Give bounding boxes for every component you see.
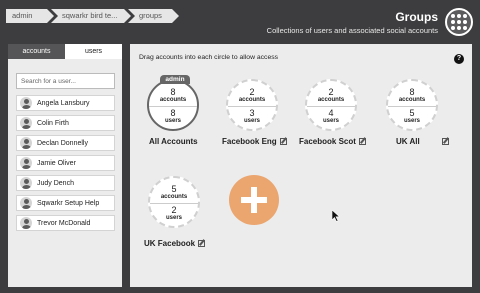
group-circle-all-accounts[interactable]: admin 8 accounts 8 users [147, 75, 199, 131]
edit-icon[interactable] [279, 138, 287, 145]
mouse-cursor-icon [332, 210, 340, 222]
group-name-uk-facebook: UK Facebook [144, 239, 206, 248]
avatar-icon [20, 157, 32, 169]
user-item-angela-lansbury[interactable]: Angela Lansbury [16, 95, 115, 111]
users-label: users [322, 118, 339, 124]
users-label: users [243, 118, 260, 124]
user-item-judy-dench[interactable]: Judy Dench [16, 175, 115, 191]
users-label: users [403, 118, 420, 124]
users-count: 3 [249, 108, 255, 118]
help-icon[interactable]: ? [454, 54, 464, 64]
user-item-declan-donnelly[interactable]: Declan Donnelly [16, 135, 115, 151]
admin-badge: admin [160, 75, 190, 84]
users-count: 4 [328, 108, 334, 118]
user-name: Colin Firth [37, 119, 69, 127]
accounts-count: 8 [170, 87, 176, 97]
accounts-label: accounts [398, 97, 426, 103]
accounts-count: 2 [328, 87, 334, 97]
page-subtitle: Collections of users and associated soci… [266, 26, 438, 35]
users-count: 8 [170, 108, 176, 118]
user-name: Jamie Oliver [37, 159, 76, 167]
group-name: UK All [396, 137, 420, 146]
group-circle-uk-facebook[interactable]: 5 accounts 2 users [148, 176, 200, 228]
instruction-text: Drag accounts into each circle to allow … [139, 54, 279, 61]
groups-panel: Drag accounts into each circle to allow … [130, 44, 472, 287]
group-name: Facebook Scot [299, 137, 356, 146]
breadcrumb: admin sqwarkr bird te... groups [6, 9, 179, 23]
group-name-facebook-scot: Facebook Scot [299, 137, 366, 146]
user-item-colin-firth[interactable]: Colin Firth [16, 115, 115, 131]
breadcrumb-sqwarkr-bird[interactable]: sqwarkr bird te... [51, 9, 131, 23]
user-item-trevor-mcdonald[interactable]: Trevor McDonald [16, 215, 115, 231]
user-list: Angela Lansbury Colin Firth Declan Donne… [16, 95, 115, 235]
accounts-label: accounts [317, 97, 345, 103]
page-title: Groups [395, 10, 438, 24]
user-name: Declan Donnelly [37, 139, 88, 147]
add-group-button[interactable] [229, 175, 279, 225]
user-name: Angela Lansbury [37, 99, 90, 107]
accounts-count: 5 [171, 184, 177, 194]
users-label: users [165, 215, 182, 221]
group-name-uk-all: UK All [396, 137, 449, 146]
breadcrumb-admin[interactable]: admin [6, 9, 54, 23]
app-grid-menu-icon[interactable] [445, 8, 473, 36]
breadcrumb-groups[interactable]: groups [128, 9, 179, 23]
users-count: 5 [409, 108, 415, 118]
users-label: users [164, 118, 181, 124]
edit-icon[interactable] [358, 138, 366, 145]
edit-icon[interactable] [441, 138, 449, 145]
user-item-jamie-oliver[interactable]: Jamie Oliver [16, 155, 115, 171]
avatar-icon [20, 177, 32, 189]
group-circle-uk-all[interactable]: 8 accounts 5 users [386, 79, 438, 131]
user-name: Judy Dench [37, 179, 74, 187]
edit-icon[interactable] [198, 240, 206, 247]
avatar-icon [20, 217, 32, 229]
accounts-label: accounts [238, 97, 266, 103]
group-name-facebook-eng: Facebook Eng [222, 137, 287, 146]
user-name: Trevor McDonald [37, 219, 91, 227]
group-name: Facebook Eng [222, 137, 277, 146]
sidebar-tabs: accounts users [8, 44, 122, 59]
group-circle-facebook-scot[interactable]: 2 accounts 4 users [305, 79, 357, 131]
tab-accounts[interactable]: accounts [8, 44, 65, 59]
group-name: UK Facebook [144, 239, 196, 248]
users-count: 2 [171, 205, 177, 215]
avatar-icon [20, 97, 32, 109]
user-search-input[interactable] [16, 73, 115, 89]
user-item-sqwarkr-setup-help[interactable]: Sqwarkr Setup Help [16, 195, 115, 211]
avatar-icon [20, 137, 32, 149]
accounts-label: accounts [159, 97, 187, 103]
tab-users[interactable]: users [65, 44, 122, 59]
group-circle-facebook-eng[interactable]: 2 accounts 3 users [226, 79, 278, 131]
group-name: All Accounts [149, 137, 198, 146]
accounts-label: accounts [160, 194, 188, 200]
avatar-icon [20, 197, 32, 209]
accounts-count: 8 [409, 87, 415, 97]
avatar-icon [20, 117, 32, 129]
accounts-count: 2 [249, 87, 255, 97]
users-sidebar: accounts users Angela Lansbury Colin Fir… [8, 44, 122, 287]
user-name: Sqwarkr Setup Help [37, 199, 100, 207]
